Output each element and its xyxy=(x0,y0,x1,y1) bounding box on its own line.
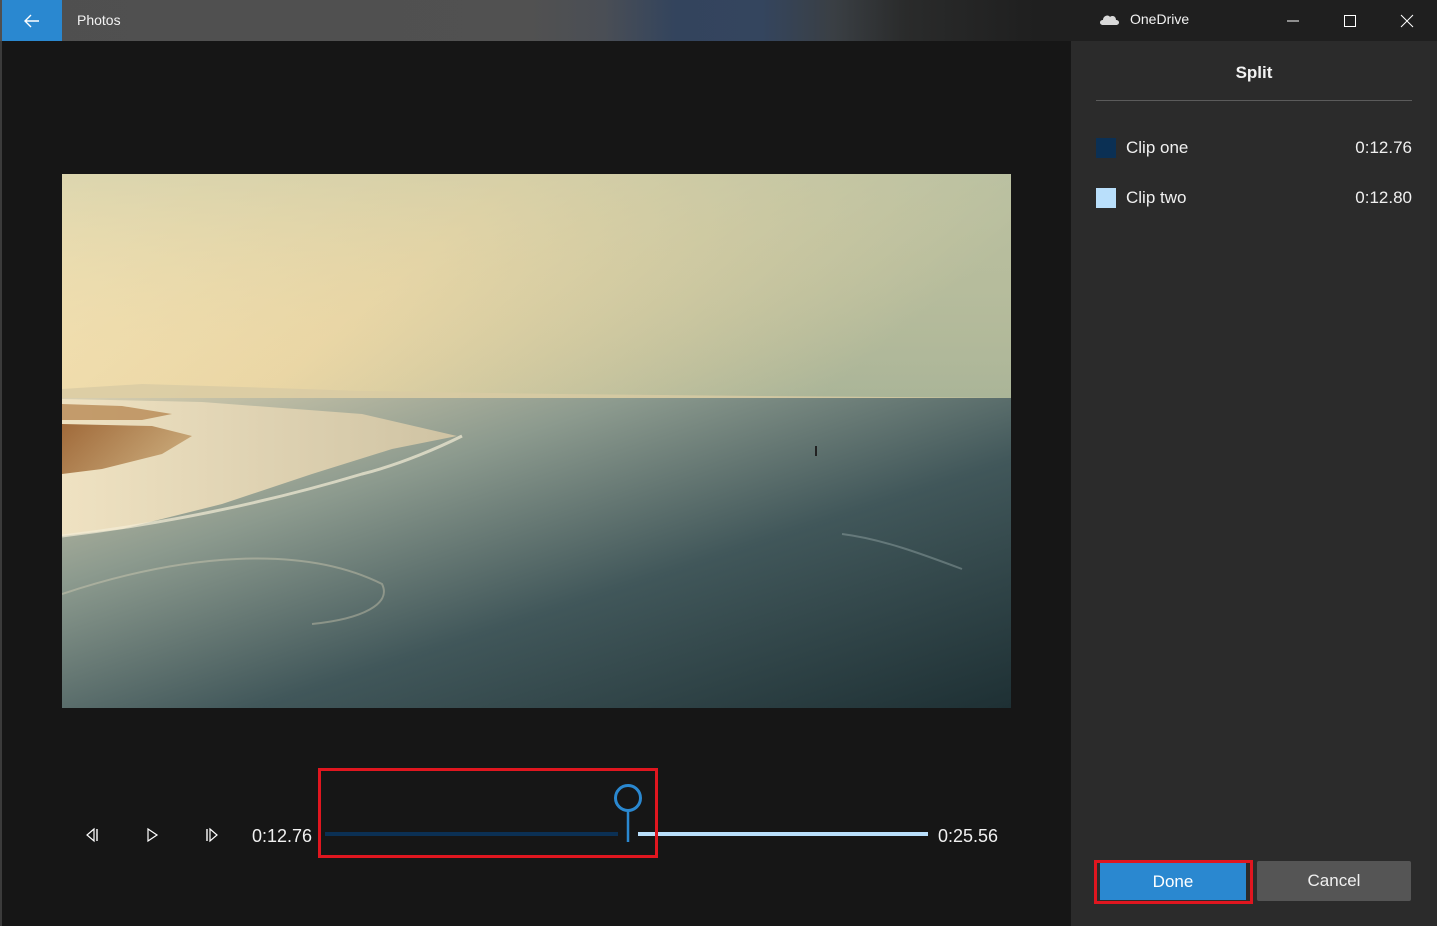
cloud-icon xyxy=(1100,15,1119,25)
total-time: 0:25.56 xyxy=(938,826,999,846)
app-title: Photos xyxy=(77,12,121,28)
video-preview[interactable] xyxy=(62,174,1011,708)
close-button[interactable] xyxy=(1379,0,1435,41)
minimize-button[interactable] xyxy=(1265,0,1321,41)
next-frame-button[interactable] xyxy=(199,822,225,848)
clip-label: Clip one xyxy=(1126,138,1189,157)
clip-two-color-swatch xyxy=(1096,188,1116,208)
step-back-icon xyxy=(86,827,98,843)
clip-list-item: Clip one 0:12.76 xyxy=(1096,137,1412,159)
title-bar: Photos OneDrive xyxy=(0,0,1437,41)
clip-two-track xyxy=(638,832,928,836)
play-icon xyxy=(147,827,159,843)
split-timeline[interactable] xyxy=(325,780,928,850)
panel-title: Split xyxy=(1235,63,1273,82)
clip-one-color-swatch xyxy=(1096,138,1116,158)
current-time: 0:12.76 xyxy=(252,826,313,846)
split-panel: Split Clip one 0:12.76 Clip two 0:12.80 xyxy=(1071,41,1437,926)
clip-list-item: Clip two 0:12.80 xyxy=(1096,187,1412,209)
maximize-button[interactable] xyxy=(1322,0,1378,41)
split-handle[interactable] xyxy=(613,780,643,844)
done-button[interactable]: Done xyxy=(1100,863,1246,900)
onedrive-label: OneDrive xyxy=(1130,11,1190,27)
split-marker-icon xyxy=(614,784,642,842)
maximize-icon xyxy=(1344,14,1356,27)
clip-label: Clip two xyxy=(1126,188,1187,207)
play-button[interactable] xyxy=(139,822,165,848)
panel-divider xyxy=(1096,100,1412,101)
clip-duration: 0:12.76 xyxy=(1355,138,1412,157)
step-forward-icon xyxy=(206,827,218,843)
back-button[interactable] xyxy=(2,0,62,41)
onedrive-account[interactable]: OneDrive xyxy=(1098,11,1189,27)
clip-duration: 0:12.80 xyxy=(1355,188,1412,207)
previous-frame-button[interactable] xyxy=(79,822,105,848)
cancel-button[interactable]: Cancel xyxy=(1257,861,1411,901)
arrow-left-icon xyxy=(24,14,39,27)
close-icon xyxy=(1400,14,1414,27)
clip-one-track xyxy=(325,832,618,836)
beach-video-frame xyxy=(62,174,1011,708)
minimize-icon xyxy=(1287,20,1299,21)
